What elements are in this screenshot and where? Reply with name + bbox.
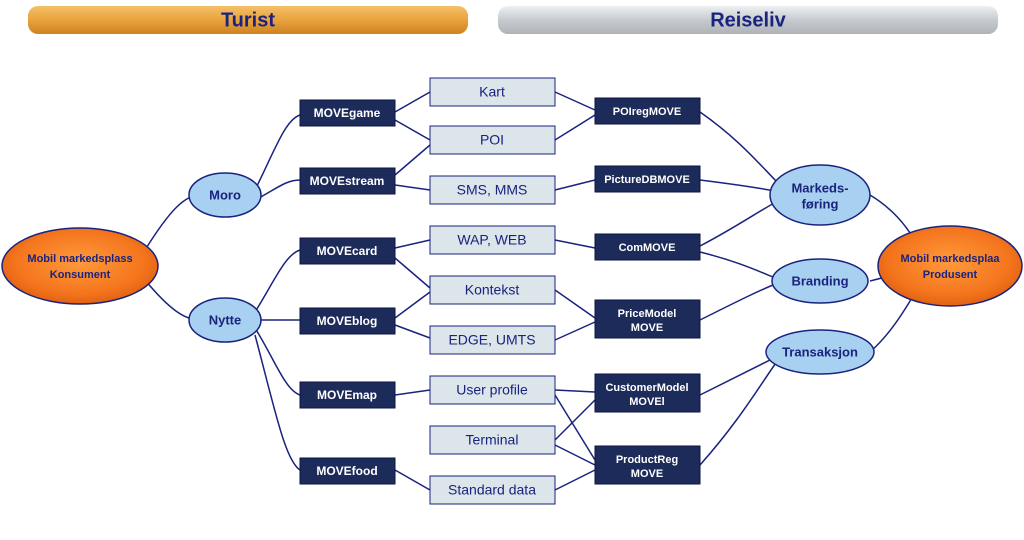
- node-moveblog: MOVEblog: [300, 308, 395, 334]
- svg-text:Transaksjon: Transaksjon: [782, 344, 858, 359]
- svg-text:Standard data: Standard data: [448, 482, 536, 498]
- diagram-canvas: Turist Reiseliv Mobil markedsplass Konsu…: [0, 0, 1024, 540]
- svg-text:ComMOVE: ComMOVE: [619, 242, 676, 254]
- node-poiregmove: POIregMOVE: [595, 98, 700, 124]
- node-movegame: MOVEgame: [300, 100, 395, 126]
- node-edgeumts: EDGE, UMTS: [430, 326, 555, 354]
- svg-text:Mobil markedsplaa: Mobil markedsplaa: [900, 253, 1000, 265]
- node-poi: POI: [430, 126, 555, 154]
- node-markedsforing: Markeds- føring: [770, 165, 870, 225]
- node-terminal: Terminal: [430, 426, 555, 454]
- node-moro: Moro: [189, 173, 261, 217]
- svg-text:Konsument: Konsument: [50, 269, 111, 281]
- node-wapweb: WAP, WEB: [430, 226, 555, 254]
- svg-text:User profile: User profile: [456, 382, 528, 398]
- svg-text:føring: føring: [802, 196, 839, 211]
- svg-text:EDGE, UMTS: EDGE, UMTS: [448, 332, 535, 348]
- header-turist: Turist: [28, 6, 468, 34]
- svg-text:PictureDBMOVE: PictureDBMOVE: [604, 174, 690, 186]
- svg-text:Kart: Kart: [479, 84, 505, 100]
- svg-text:MOVEcard: MOVEcard: [317, 244, 378, 258]
- svg-text:Branding: Branding: [791, 273, 848, 288]
- svg-text:MOVE: MOVE: [631, 468, 663, 480]
- svg-text:MOVEfood: MOVEfood: [316, 464, 377, 478]
- svg-text:PriceModel: PriceModel: [618, 308, 677, 320]
- node-smsmms: SMS, MMS: [430, 176, 555, 204]
- node-branding: Branding: [772, 259, 868, 303]
- svg-text:Moro: Moro: [209, 187, 241, 202]
- svg-text:Mobil markedsplass: Mobil markedsplass: [27, 253, 132, 265]
- svg-text:MOVEmap: MOVEmap: [317, 388, 377, 402]
- node-productreg: ProductReg MOVE: [595, 446, 700, 484]
- svg-text:SMS, MMS: SMS, MMS: [457, 182, 528, 198]
- col-move-modules: MOVEgame MOVEstream MOVEcard MOVEblog MO…: [300, 100, 395, 484]
- svg-text:Turist: Turist: [221, 9, 275, 31]
- svg-text:MOVEl: MOVEl: [629, 396, 664, 408]
- svg-text:MOVE: MOVE: [631, 322, 663, 334]
- svg-text:CustomerModel: CustomerModel: [605, 382, 688, 394]
- svg-text:Produsent: Produsent: [923, 269, 978, 281]
- svg-text:Markeds-: Markeds-: [791, 180, 848, 195]
- svg-text:Nytte: Nytte: [209, 312, 242, 327]
- svg-text:MOVEgame: MOVEgame: [314, 106, 381, 120]
- node-commove: ComMOVE: [595, 234, 700, 260]
- node-customermodel: CustomerModel MOVEl: [595, 374, 700, 412]
- node-pricemodel: PriceModel MOVE: [595, 300, 700, 338]
- node-userprofile: User profile: [430, 376, 555, 404]
- node-movemap: MOVEmap: [300, 382, 395, 408]
- svg-text:Terminal: Terminal: [466, 432, 519, 448]
- header-reiseliv: Reiseliv: [498, 6, 998, 34]
- svg-text:Kontekst: Kontekst: [465, 282, 520, 298]
- node-movecard: MOVEcard: [300, 238, 395, 264]
- node-konsument: Mobil markedsplass Konsument: [2, 228, 158, 304]
- node-nytte: Nytte: [189, 298, 261, 342]
- node-standarddata: Standard data: [430, 476, 555, 504]
- svg-text:WAP, WEB: WAP, WEB: [457, 232, 526, 248]
- node-kart: Kart: [430, 78, 555, 106]
- col-channels: Kart POI SMS, MMS WAP, WEB Kontekst EDGE…: [430, 78, 555, 504]
- svg-text:MOVEblog: MOVEblog: [317, 314, 378, 328]
- node-movefood: MOVEfood: [300, 458, 395, 484]
- svg-text:ProductReg: ProductReg: [616, 454, 678, 466]
- svg-text:POIregMOVE: POIregMOVE: [613, 106, 681, 118]
- node-picturedbmove: PictureDBMOVE: [595, 166, 700, 192]
- node-kontekst: Kontekst: [430, 276, 555, 304]
- svg-text:MOVEstream: MOVEstream: [310, 174, 385, 188]
- node-produsent: Mobil markedsplaa Produsent: [878, 226, 1022, 306]
- svg-text:Reiseliv: Reiseliv: [710, 9, 786, 31]
- col-services: POIregMOVE PictureDBMOVE ComMOVE PriceMo…: [595, 98, 700, 484]
- node-transaksjon: Transaksjon: [766, 330, 874, 374]
- node-movestream: MOVEstream: [300, 168, 395, 194]
- svg-text:POI: POI: [480, 132, 504, 148]
